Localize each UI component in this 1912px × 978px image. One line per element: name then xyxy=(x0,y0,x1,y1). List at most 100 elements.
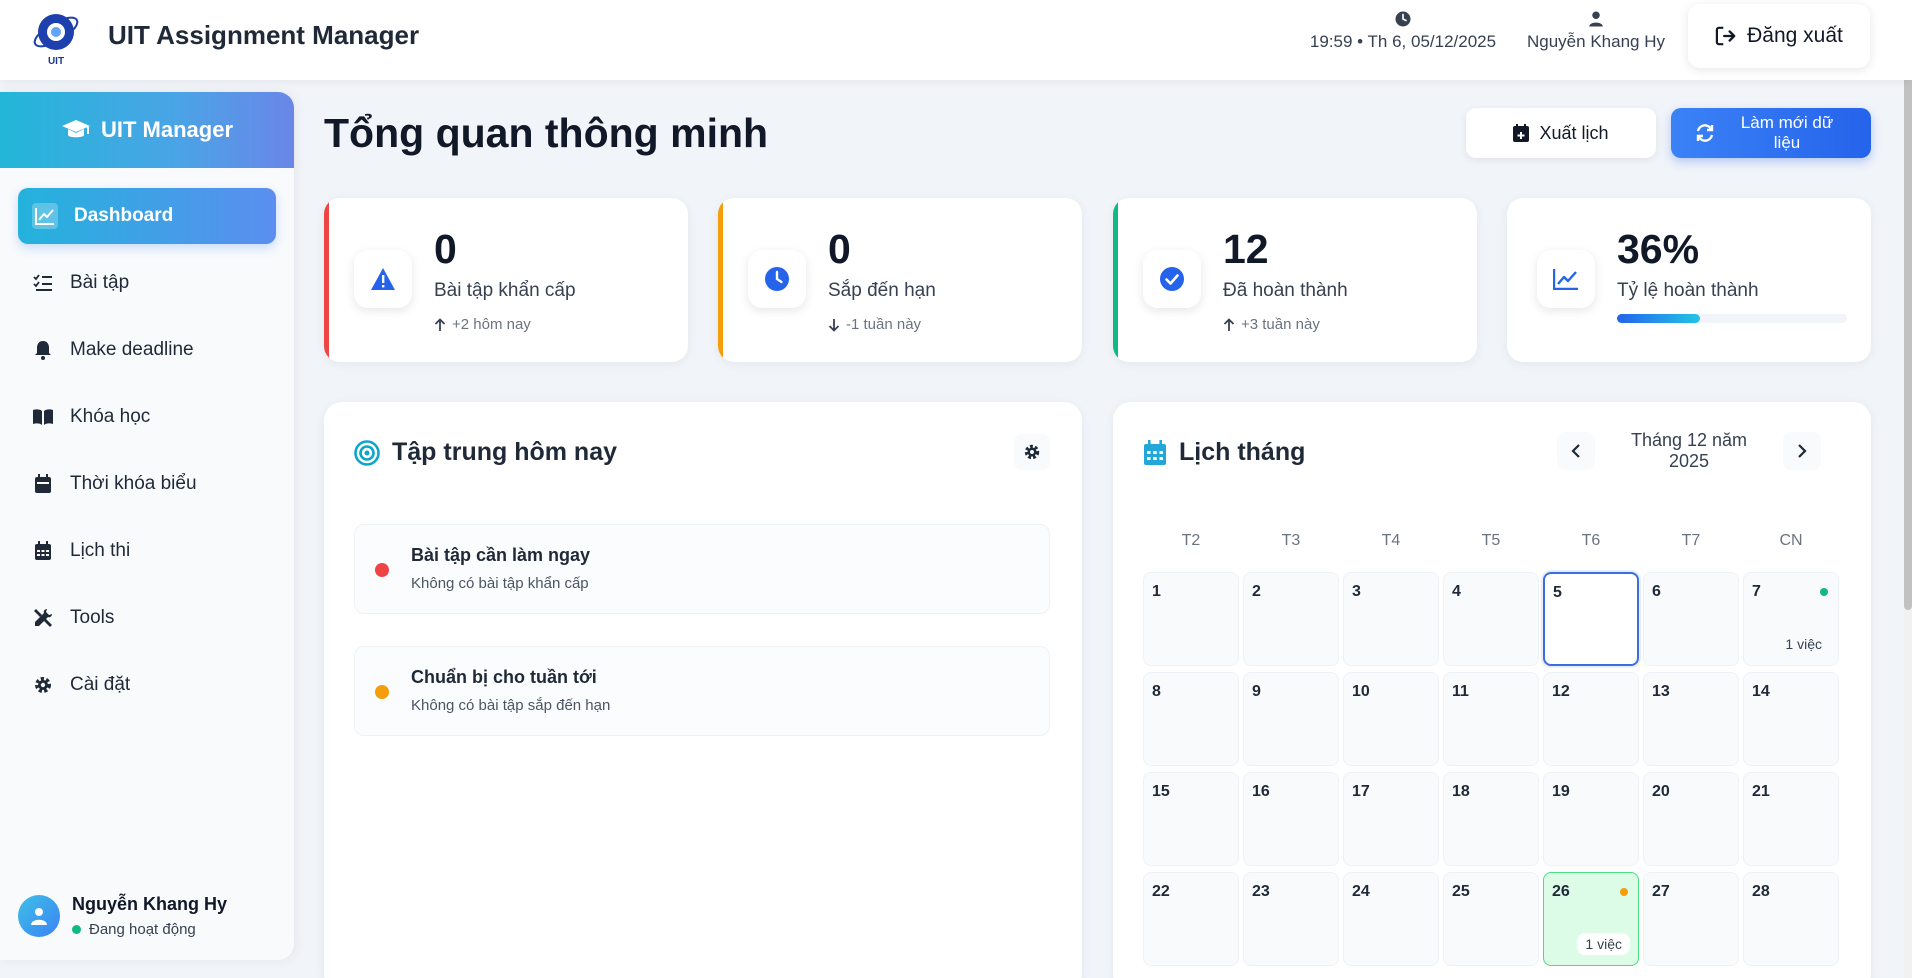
logout-button[interactable]: Đăng xuất xyxy=(1688,4,1870,68)
stat-label: Đã hoàn thành xyxy=(1223,280,1348,301)
task-indicator-dot xyxy=(1820,588,1828,596)
sidebar-user-status: Đang hoạt động xyxy=(72,921,227,938)
calendar-day-cell[interactable]: 4 xyxy=(1443,572,1539,666)
focus-item-next-week[interactable]: Chuẩn bị cho tuần tới Không có bài tập s… xyxy=(354,646,1050,736)
sidebar-user[interactable]: Nguyễn Khang Hy Đang hoạt động xyxy=(18,894,227,938)
calendar-day-cell[interactable]: 26 1 việc xyxy=(1543,872,1639,966)
focus-item-subtitle: Không có bài tập khẩn cấp xyxy=(411,575,589,592)
calendar-day-cell[interactable]: 1 xyxy=(1143,572,1239,666)
calendar-day-cell[interactable]: 6 xyxy=(1643,572,1739,666)
task-count-badge: 1 việc xyxy=(1785,636,1822,652)
day-number: 16 xyxy=(1252,783,1270,800)
sidebar-item-label: Cài đặt xyxy=(70,674,131,695)
sidebar-item-assignments[interactable]: Bài tập xyxy=(18,255,276,311)
calendar-day-cell[interactable]: 12 xyxy=(1543,672,1639,766)
stat-card-completed[interactable]: 12 Đã hoàn thành +3 tuần này xyxy=(1113,198,1477,362)
calendar-day-cell[interactable]: 20 xyxy=(1643,772,1739,866)
accent-bar xyxy=(718,198,723,362)
refresh-data-label: Làm mới dữ liệu xyxy=(1740,113,1834,152)
calendar-day-cell[interactable]: 27 xyxy=(1643,872,1739,966)
day-number: 24 xyxy=(1352,883,1370,900)
datetime-display: 19:59 • Th 6, 05/12/2025 xyxy=(1298,10,1508,52)
focus-settings-button[interactable] xyxy=(1014,434,1050,470)
sidebar-item-tools[interactable]: Tools xyxy=(18,590,276,646)
calendar-day-cell[interactable]: 14 xyxy=(1743,672,1839,766)
stat-label: Sắp đến hạn xyxy=(828,280,936,301)
sidebar-item-make-deadline[interactable]: Make deadline xyxy=(18,322,276,378)
refresh-data-button[interactable]: Làm mới dữ liệu xyxy=(1671,108,1871,158)
focus-item-subtitle: Không có bài tập sắp đến hạn xyxy=(411,697,611,714)
calendar-day-cell[interactable]: 24 xyxy=(1343,872,1439,966)
stat-card-due-soon[interactable]: 0 Sắp đến hạn -1 tuần này xyxy=(718,198,1082,362)
month-navigation: Tháng 12 năm 2025 xyxy=(1557,430,1821,472)
current-user-name: Nguyễn Khang Hy xyxy=(1527,32,1665,51)
sidebar-item-timetable[interactable]: Thời khóa biểu xyxy=(18,456,276,512)
chart-line-icon xyxy=(1553,269,1578,290)
calendar-day-cell[interactable]: 22 xyxy=(1143,872,1239,966)
stat-icon-box xyxy=(748,250,806,308)
sidebar-item-exams[interactable]: Lịch thi xyxy=(18,523,276,579)
calendar-day-cell[interactable]: 13 xyxy=(1643,672,1739,766)
logo-text: UIT xyxy=(48,56,64,66)
panel-title: Lịch tháng xyxy=(1143,438,1305,467)
calendar-day-cell[interactable]: 17 xyxy=(1343,772,1439,866)
monthly-calendar-panel: Lịch tháng Tháng 12 năm 2025 T2 T3 T4 T5 T6 T… xyxy=(1113,402,1871,978)
prev-month-button[interactable] xyxy=(1557,432,1595,470)
calendar-day-cell[interactable]: 10 xyxy=(1343,672,1439,766)
stat-card-completion-rate[interactable]: 36% Tỷ lệ hoàn thành xyxy=(1507,198,1871,362)
tools-icon xyxy=(32,607,54,629)
stat-trend-text: +3 tuần này xyxy=(1241,316,1320,333)
calendar-day-cell[interactable]: 7 1 việc xyxy=(1743,572,1839,666)
sidebar-item-dashboard[interactable]: Dashboard xyxy=(18,188,276,244)
calendar-day-cell[interactable]: 9 xyxy=(1243,672,1339,766)
calendar-day-cell[interactable]: 21 xyxy=(1743,772,1839,866)
day-number: 25 xyxy=(1452,883,1470,900)
calendar-day-cell[interactable]: 28 xyxy=(1743,872,1839,966)
sidebar-item-label: Bài tập xyxy=(70,272,130,293)
stat-value: 36% xyxy=(1617,226,1700,272)
export-calendar-button[interactable]: Xuất lịch xyxy=(1466,108,1656,158)
datetime-text: 19:59 • Th 6, 05/12/2025 xyxy=(1309,32,1497,51)
user-icon xyxy=(31,908,47,925)
calendar-day-cell[interactable]: 5 xyxy=(1543,572,1639,666)
progress-fill xyxy=(1617,314,1700,323)
calendar-day-cell[interactable]: 19 xyxy=(1543,772,1639,866)
calendar-day-cell[interactable]: 11 xyxy=(1443,672,1539,766)
day-number: 13 xyxy=(1652,683,1670,700)
stat-card-urgent[interactable]: 0 Bài tập khẩn cấp +2 hôm nay xyxy=(324,198,688,362)
calendar-day-cell[interactable]: 15 xyxy=(1143,772,1239,866)
next-month-button[interactable] xyxy=(1783,432,1821,470)
arrow-up-icon xyxy=(1223,317,1235,331)
refresh-icon xyxy=(1696,124,1714,142)
weekday-label: T7 xyxy=(1681,532,1701,549)
chevron-left-icon xyxy=(1571,444,1580,458)
sidebar-item-label: Khóa học xyxy=(70,406,151,427)
scrollbar-thumb[interactable] xyxy=(1904,6,1912,610)
calendar-day-cell[interactable]: 23 xyxy=(1243,872,1339,966)
check-circle-icon xyxy=(1160,267,1184,291)
calendar-day-cell[interactable]: 25 xyxy=(1443,872,1539,966)
sidebar-brand[interactable]: UIT Manager xyxy=(0,92,294,168)
export-calendar-label: Xuất lịch xyxy=(1539,122,1609,143)
stat-icon-box xyxy=(1537,250,1595,308)
page-scrollbar[interactable] xyxy=(1904,0,1912,978)
focus-title: Tập trung hôm nay xyxy=(392,438,617,466)
stat-trend-text: +2 hôm nay xyxy=(452,316,531,333)
focus-item-title: Chuẩn bị cho tuần tới xyxy=(411,667,597,687)
weekday-label: T2 xyxy=(1181,532,1201,549)
weekday-label: CN xyxy=(1779,532,1803,549)
arrow-down-icon xyxy=(828,318,840,332)
calendar-day-cell[interactable]: 3 xyxy=(1343,572,1439,666)
uit-logo: UIT xyxy=(30,10,82,67)
sidebar-item-settings[interactable]: Cài đặt xyxy=(18,657,276,713)
sidebar-item-label: Make deadline xyxy=(70,339,194,360)
sidebar-item-courses[interactable]: Khóa học xyxy=(18,389,276,445)
status-dot-orange xyxy=(375,685,389,699)
clock-icon xyxy=(1395,11,1411,27)
logout-icon xyxy=(1715,26,1736,46)
calendar-day-cell[interactable]: 2 xyxy=(1243,572,1339,666)
calendar-day-cell[interactable]: 18 xyxy=(1443,772,1539,866)
calendar-day-cell[interactable]: 16 xyxy=(1243,772,1339,866)
focus-item-urgent[interactable]: Bài tập cần làm ngay Không có bài tập kh… xyxy=(354,524,1050,614)
calendar-day-cell[interactable]: 8 xyxy=(1143,672,1239,766)
